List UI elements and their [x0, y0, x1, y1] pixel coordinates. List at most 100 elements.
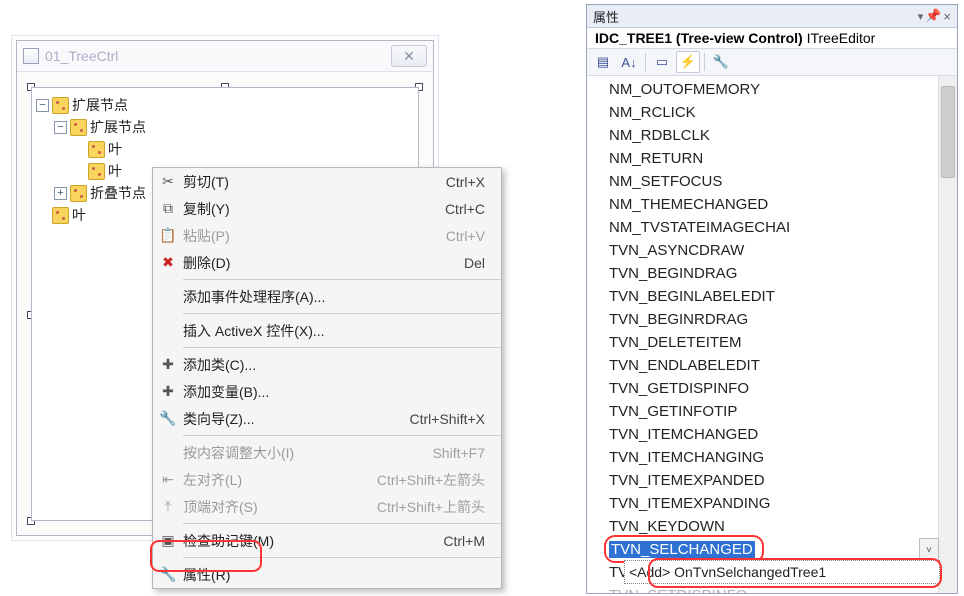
- dialog-title: 01_TreeCtrl: [45, 48, 118, 64]
- events-button[interactable]: ⚡: [676, 51, 700, 73]
- item-icon: [88, 163, 105, 180]
- categorized-button[interactable]: ▤: [591, 51, 615, 73]
- properties-header: 属性 ▾ 📌 ×: [587, 5, 957, 28]
- menu-label: 粘贴(P): [183, 226, 353, 246]
- menu-label: 类向导(Z)...: [183, 409, 353, 429]
- notification-row[interactable]: TVN_BEGINLABELEDIT: [609, 285, 955, 308]
- alphabetical-button[interactable]: A↓: [617, 51, 641, 73]
- scrollbar-thumb[interactable]: [941, 86, 955, 178]
- notification-name: NM_RCLICK: [609, 104, 696, 121]
- dropdown-value: <Add> OnTvnSelchangedTree1: [629, 564, 826, 580]
- folder-icon: [52, 97, 69, 114]
- tree-node-child-expand[interactable]: − 扩展节点: [36, 116, 414, 138]
- menu-copy[interactable]: ⧉ 复制(Y) Ctrl+C: [153, 195, 501, 222]
- menu-class-wizard[interactable]: 🔧 类向导(Z)... Ctrl+Shift+X: [153, 405, 501, 432]
- menu-check-mnemonics[interactable]: ▣ 检查助记键(M) Ctrl+M: [153, 527, 501, 554]
- menu-separator: [183, 347, 501, 348]
- properties-panel: 属性 ▾ 📌 × IDC_TREE1 (Tree-view Control) I…: [586, 4, 958, 594]
- collapse-icon[interactable]: −: [36, 99, 49, 112]
- tree-label: 叶: [72, 204, 86, 226]
- toolbar-separator: [704, 53, 705, 71]
- menu-insert-activex[interactable]: 插入 ActiveX 控件(X)...: [153, 317, 501, 344]
- notification-row[interactable]: TVN_GETDISPINFO: [609, 377, 955, 400]
- notification-row[interactable]: NM_RDBLCLK: [609, 124, 955, 147]
- menu-separator: [183, 523, 501, 524]
- menu-add-event-handler[interactable]: 添加事件处理程序(A)...: [153, 283, 501, 310]
- menu-label: 添加事件处理程序(A)...: [183, 287, 353, 307]
- menu-label: 检查助记键(M): [183, 531, 353, 551]
- class-wizard-icon: 🔧: [159, 410, 177, 428]
- notification-row[interactable]: NM_OUTOFMEMORY: [609, 78, 955, 101]
- chevron-down-icon[interactable]: ˅: [919, 538, 939, 562]
- tree-node-root[interactable]: − 扩展节点: [36, 94, 414, 116]
- notification-row[interactable]: TVN_BEGINRDRAG: [609, 308, 955, 331]
- tree-leaf[interactable]: 叶: [36, 138, 414, 160]
- properties-title: 属性: [593, 7, 619, 26]
- notification-row[interactable]: TVN_KEYDOWN: [609, 515, 955, 538]
- close-icon[interactable]: ×: [943, 9, 951, 24]
- menu-align-left: ⇤ 左对齐(L) Ctrl+Shift+左箭头: [153, 466, 501, 493]
- menu-accel: Del: [464, 255, 485, 271]
- notification-row[interactable]: TVN_BEGINDRAG: [609, 262, 955, 285]
- collapse-icon[interactable]: −: [54, 121, 67, 134]
- menu-label: 插入 ActiveX 控件(X)...: [183, 321, 353, 341]
- menu-separator: [183, 557, 501, 558]
- menu-accel: Ctrl+C: [445, 201, 485, 217]
- notification-row[interactable]: TVN_DELETEITEM: [609, 331, 955, 354]
- menu-label: 按内容调整大小(I): [183, 443, 353, 463]
- notification-name: TVN_GETINFOTIP: [609, 403, 737, 420]
- notification-name: NM_OUTOFMEMORY: [609, 81, 760, 98]
- notification-name: TVN_DELETEITEM: [609, 334, 742, 351]
- notification-name: NM_RETURN: [609, 150, 703, 167]
- tree-label: 扩展节点: [90, 116, 146, 138]
- notification-row[interactable]: TVN_SETDISPINFO: [609, 584, 955, 593]
- notification-row[interactable]: TVN_ITEMEXPANDING: [609, 492, 955, 515]
- dropdown-icon[interactable]: ▾: [918, 10, 924, 23]
- notification-row[interactable]: NM_RETURN: [609, 147, 955, 170]
- scrollbar-vertical[interactable]: [938, 76, 957, 593]
- expand-icon[interactable]: +: [54, 187, 67, 200]
- menu-label: 属性(R): [183, 565, 353, 585]
- notification-name: TVN_BEGINRDRAG: [609, 311, 748, 328]
- wrench-button[interactable]: 🔧: [709, 51, 733, 73]
- notification-name: NM_THEMECHANGED: [609, 196, 768, 213]
- notification-row[interactable]: TVN_ENDLABELEDIT: [609, 354, 955, 377]
- notification-list[interactable]: NM_OUTOFMEMORY NM_RCLICK NM_RDBLCLK NM_RETU…: [587, 76, 957, 593]
- notification-row[interactable]: TVN_ITEMCHANGING: [609, 446, 955, 469]
- menu-accel: Ctrl+Shift+左箭头: [377, 470, 485, 490]
- properties-page-button[interactable]: ▭: [650, 51, 674, 73]
- notification-row[interactable]: TVN_ASYNCDRAW: [609, 239, 955, 262]
- notification-name: TVN_ITEMEXPANDING: [609, 495, 770, 512]
- menu-separator: [183, 435, 501, 436]
- menu-cut[interactable]: ✂ 剪切(T) Ctrl+X: [153, 168, 501, 195]
- add-handler-dropdown[interactable]: <Add> OnTvnSelchangedTree1: [624, 560, 940, 584]
- notification-name: TVN_BEGINLABELEDIT: [609, 288, 775, 305]
- control-interface: ITreeEditor: [807, 30, 876, 46]
- notification-row[interactable]: NM_TVSTATEIMAGECHAI: [609, 216, 955, 239]
- notification-name: TVN_ITEMCHANGING: [609, 449, 764, 466]
- pin-icon[interactable]: 📌: [925, 8, 941, 24]
- menu-add-class[interactable]: ✚ 添加类(C)...: [153, 351, 501, 378]
- tree-label: 扩展节点: [72, 94, 128, 116]
- notification-row[interactable]: NM_THEMECHANGED: [609, 193, 955, 216]
- tree-label: 折叠节点: [90, 182, 146, 204]
- notification-name: TVN_KEYDOWN: [609, 518, 725, 535]
- notification-row[interactable]: TVN_SELCHANGED: [609, 538, 955, 561]
- add-variable-icon: ✚: [159, 383, 177, 401]
- notification-row[interactable]: TVN_GETINFOTIP: [609, 400, 955, 423]
- menu-add-variable[interactable]: ✚ 添加变量(B)...: [153, 378, 501, 405]
- close-button[interactable]: ✕: [391, 45, 427, 67]
- notification-row[interactable]: TVN_ITEMEXPANDED: [609, 469, 955, 492]
- align-top-icon: ⤒: [159, 498, 177, 516]
- copy-icon: ⧉: [159, 200, 177, 218]
- notification-row[interactable]: TVN_ITEMCHANGED: [609, 423, 955, 446]
- menu-delete[interactable]: ✖ 删除(D) Del: [153, 249, 501, 276]
- toolbar-separator: [645, 53, 646, 71]
- menu-label: 左对齐(L): [183, 470, 353, 490]
- notification-name: TVN_SETDISPINFO: [609, 587, 747, 593]
- add-class-icon: ✚: [159, 356, 177, 374]
- notification-row[interactable]: NM_RCLICK: [609, 101, 955, 124]
- check-icon: ▣: [159, 532, 177, 550]
- notification-row[interactable]: NM_SETFOCUS: [609, 170, 955, 193]
- menu-properties[interactable]: 🔧 属性(R): [153, 561, 501, 588]
